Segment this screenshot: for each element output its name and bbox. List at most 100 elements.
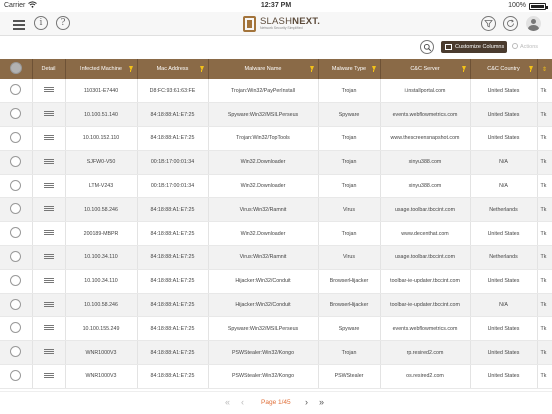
row-detail-cell[interactable]	[32, 269, 66, 294]
column-header-mac-address[interactable]: Mac Address	[137, 59, 209, 79]
row-select-radio[interactable]	[10, 84, 22, 96]
customize-columns-button[interactable]: Customize Columns	[441, 41, 507, 53]
filter-icon[interactable]	[199, 66, 204, 72]
row-select-radio[interactable]	[10, 108, 22, 120]
row-select-cell[interactable]	[0, 221, 33, 247]
cell-cc-server: i.installportal.com	[380, 79, 471, 104]
select-all-toggle[interactable]	[9, 62, 22, 74]
row-select-cell[interactable]	[0, 102, 33, 128]
table-row[interactable]: 10.100.34.110 84:18:88:A1:E7:25 Virus:Win3…	[0, 245, 552, 270]
row-detail-cell[interactable]	[32, 79, 66, 104]
row-detail-cell[interactable]	[32, 174, 66, 199]
row-select-radio[interactable]	[10, 346, 22, 358]
search-icon[interactable]	[420, 40, 434, 54]
row-select-cell[interactable]	[0, 150, 33, 175]
table-row[interactable]: 10.100.155.249 84:18:88:A1:E7:25 Spyware:W…	[0, 316, 552, 342]
detail-list-icon[interactable]	[43, 349, 54, 356]
row-select-cell[interactable]	[0, 126, 33, 151]
help-icon[interactable]: ?	[56, 16, 70, 30]
row-detail-cell[interactable]	[32, 221, 66, 247]
table-row[interactable]: LTM-V243 00:1B:17:00:01:34 Win32.Downloade…	[0, 174, 552, 199]
column-header-cc-server[interactable]: C&C Server	[380, 59, 471, 79]
row-detail-cell[interactable]	[32, 316, 66, 342]
info-icon[interactable]: i	[34, 16, 48, 30]
table-row[interactable]: WNR1000V3 84:18:88:A1:E7:25 PSWStealer:Win…	[0, 364, 552, 389]
filter-icon[interactable]	[128, 66, 133, 72]
row-select-radio[interactable]	[10, 322, 22, 334]
detail-list-icon[interactable]	[43, 182, 54, 190]
refresh-icon[interactable]	[503, 16, 518, 31]
row-detail-cell[interactable]	[32, 245, 66, 270]
prev-page-icon[interactable]: ‹	[241, 397, 244, 407]
row-select-cell[interactable]	[0, 269, 33, 294]
row-select-radio[interactable]	[10, 203, 22, 215]
cell-cc-server: toolbar-ie-updater.tbccint.com	[380, 293, 471, 318]
actions-button[interactable]: Actions	[512, 41, 538, 53]
detail-list-icon[interactable]	[43, 301, 54, 309]
pagination: « ‹ Page 1/45 › »	[0, 391, 552, 414]
row-detail-cell[interactable]	[32, 102, 66, 128]
first-page-icon[interactable]: «	[225, 397, 230, 407]
table-row[interactable]: 10.100.51.140 84:18:88:A1:E7:25 Spyware:Wi…	[0, 102, 552, 128]
detail-list-icon[interactable]	[43, 253, 54, 261]
row-detail-cell[interactable]	[32, 197, 66, 223]
filter-icon[interactable]	[309, 66, 314, 72]
filter-icon[interactable]	[461, 66, 466, 72]
row-select-radio[interactable]	[10, 179, 22, 191]
cell-cc-country: Netherlands	[470, 197, 538, 223]
detail-list-icon[interactable]	[43, 230, 54, 237]
menu-icon[interactable]	[13, 20, 25, 30]
detail-list-icon[interactable]	[43, 87, 54, 94]
row-select-cell[interactable]	[0, 174, 33, 199]
detail-list-icon[interactable]	[43, 277, 54, 285]
column-header-malware-name[interactable]: Malware Name	[208, 59, 319, 79]
row-select-radio[interactable]	[10, 274, 22, 286]
row-select-cell[interactable]	[0, 79, 33, 104]
table-row[interactable]: 10.100.58.246 84:18:88:A1:E7:25 Virus:Win3…	[0, 197, 552, 223]
sort-icon[interactable]: ⇕	[542, 67, 547, 73]
row-select-radio[interactable]	[10, 298, 22, 310]
row-detail-cell[interactable]	[32, 364, 66, 389]
row-detail-cell[interactable]	[32, 340, 66, 366]
table-row[interactable]: SJFW0-V50 00:1B:17:00:01:34 Win32.Download…	[0, 150, 552, 175]
table-row[interactable]: 10.100.152.110 84:18:88:A1:E7:25 Trojan:Wi…	[0, 126, 552, 151]
filter-icon[interactable]	[528, 66, 533, 72]
row-select-cell[interactable]	[0, 197, 33, 223]
next-page-icon[interactable]: ›	[305, 397, 308, 407]
column-header-malware-type[interactable]: Malware Type	[318, 59, 381, 79]
row-select-radio[interactable]	[10, 131, 22, 143]
row-select-radio[interactable]	[10, 155, 22, 167]
row-select-radio[interactable]	[10, 369, 22, 381]
infections-table-container[interactable]: Detail Infected Machine Mac Address Malw…	[0, 59, 552, 391]
row-detail-cell[interactable]	[32, 126, 66, 151]
table-row[interactable]: 110301-E7440 D8:FC:93:61:63:FE Trojan:Win3…	[0, 79, 552, 104]
detail-list-icon[interactable]	[43, 372, 54, 380]
row-select-cell[interactable]	[0, 245, 33, 270]
detail-list-icon[interactable]	[43, 158, 54, 166]
select-all-header[interactable]	[0, 59, 33, 79]
table-row[interactable]: WNR1000V3 84:18:88:A1:E7:25 PSWStealer:Win…	[0, 340, 552, 366]
row-select-cell[interactable]	[0, 293, 33, 318]
column-header-infected-machine[interactable]: Infected Machine	[65, 59, 138, 79]
detail-list-icon[interactable]	[43, 206, 54, 213]
row-select-cell[interactable]	[0, 340, 33, 366]
detail-list-icon[interactable]	[43, 325, 54, 332]
table-row[interactable]: 10.100.58.246 84:18:88:A1:E7:25 Hijacker:W…	[0, 293, 552, 318]
filter-icon[interactable]	[371, 66, 376, 72]
row-select-cell[interactable]	[0, 316, 33, 342]
detail-list-icon[interactable]	[43, 111, 54, 118]
row-select-radio[interactable]	[10, 227, 22, 239]
cell-malware-name: Hijacker:Win32/Conduit	[208, 269, 319, 294]
table-row[interactable]: 10.100.34.110 84:18:88:A1:E7:25 Hijacker:W…	[0, 269, 552, 294]
row-detail-cell[interactable]	[32, 293, 66, 318]
user-icon[interactable]	[526, 16, 541, 31]
row-select-radio[interactable]	[10, 250, 22, 262]
column-header-more[interactable]: ⇕	[537, 59, 552, 79]
detail-list-icon[interactable]	[43, 134, 54, 142]
last-page-icon[interactable]: »	[319, 397, 324, 407]
filter-icon[interactable]	[481, 16, 496, 31]
row-select-cell[interactable]	[0, 364, 33, 389]
column-header-cc-country[interactable]: C&C Country	[470, 59, 538, 79]
table-row[interactable]: 200189-MBPR 84:18:88:A1:E7:25 Win32.Downlo…	[0, 221, 552, 247]
row-detail-cell[interactable]	[32, 150, 66, 175]
